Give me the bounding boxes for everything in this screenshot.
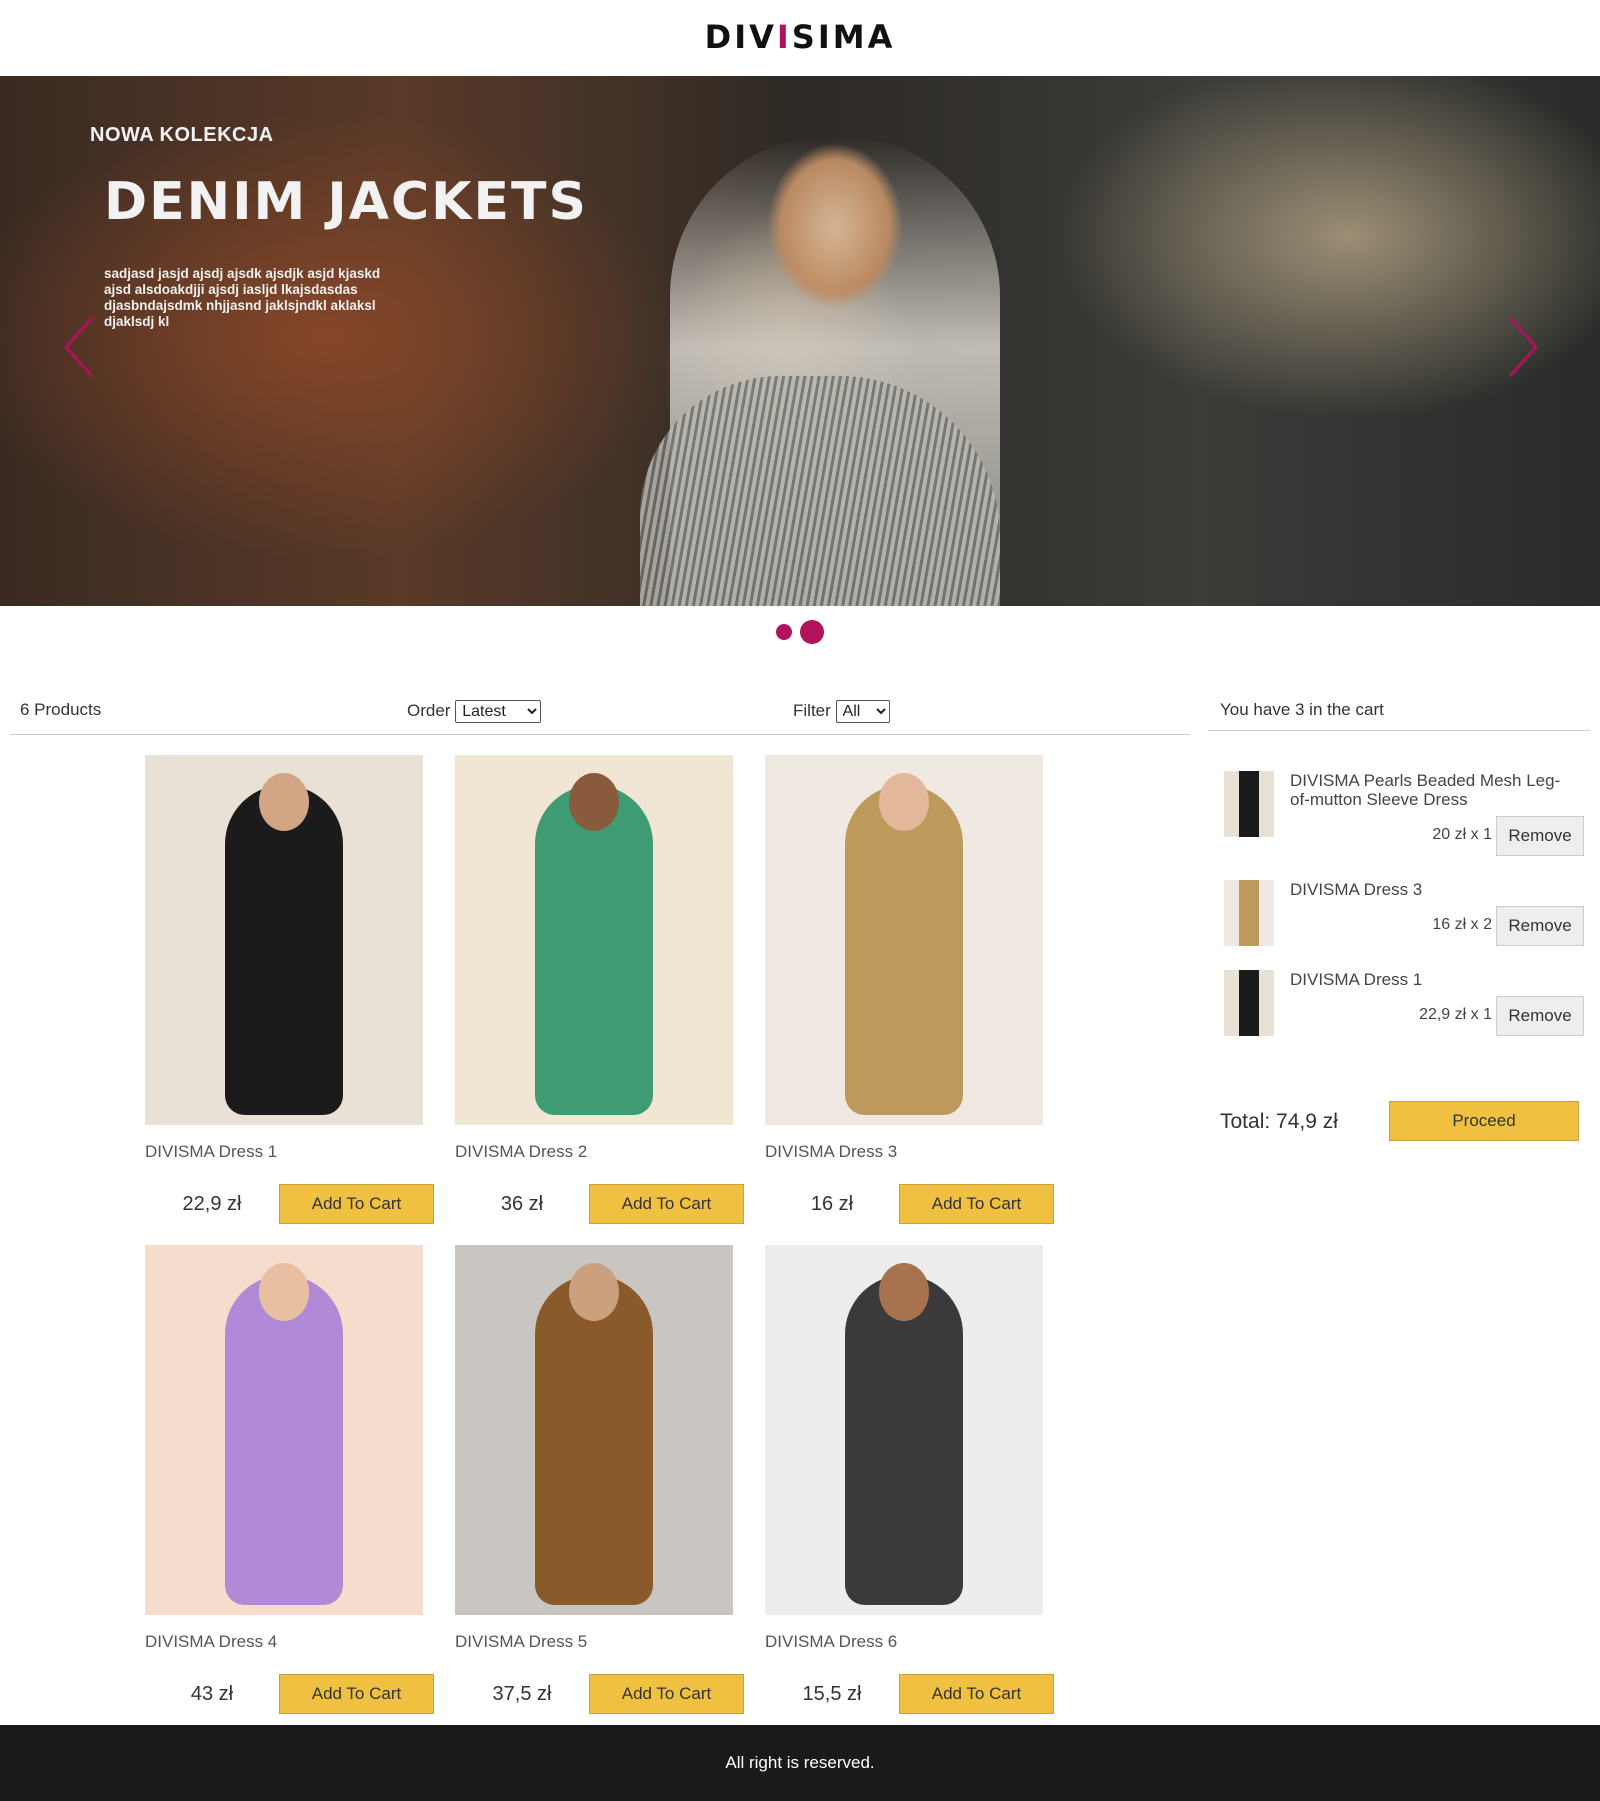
hero-banner: NOWA KOLEKCJA DENIM JACKETS sadjasd jasj… xyxy=(0,76,1600,606)
product-image[interactable] xyxy=(455,755,733,1125)
slider-dot-1[interactable] xyxy=(775,624,792,640)
product-name: DIVISMA Dress 5 xyxy=(455,1632,588,1651)
hero-prev-button[interactable] xyxy=(58,312,108,382)
hero-subtitle: NOWA KOLEKCJA xyxy=(90,124,274,146)
dress-shape xyxy=(535,1275,653,1605)
product-price: 43 zł xyxy=(190,1683,234,1705)
add-to-cart-button[interactable]: Add To Cart xyxy=(589,1674,744,1714)
logo-text-left: DIV xyxy=(704,18,777,56)
product-image[interactable] xyxy=(145,755,423,1125)
cart-item-qty: 20 zł x 1 xyxy=(1432,826,1492,843)
product-image[interactable] xyxy=(145,1245,423,1615)
add-to-cart-button[interactable]: Add To Cart xyxy=(589,1184,744,1224)
product-name: DIVISMA Dress 6 xyxy=(765,1632,898,1651)
model-head xyxy=(569,773,619,831)
products-count: 6 Products xyxy=(20,700,102,719)
cart-item-title: DIVISMA Dress 3 xyxy=(1290,880,1423,899)
remove-button[interactable]: Remove xyxy=(1496,816,1584,856)
order-select[interactable]: Latest xyxy=(455,700,542,723)
product-image[interactable] xyxy=(765,755,1043,1125)
order-control: Order Latest xyxy=(407,700,542,723)
dress-shape xyxy=(225,1275,343,1605)
site-footer: All right is reserved. xyxy=(0,1725,1600,1801)
product-name: DIVISMA Dress 2 xyxy=(455,1142,588,1161)
dress-shape xyxy=(225,785,343,1115)
logo-text-accent: I xyxy=(776,18,792,56)
add-to-cart-button[interactable]: Add To Cart xyxy=(279,1674,434,1714)
model-head xyxy=(259,773,309,831)
add-to-cart-button[interactable]: Add To Cart xyxy=(279,1184,434,1224)
dress-shape xyxy=(845,785,963,1115)
hero-title: DENIM JACKETS xyxy=(104,172,588,232)
cart-item: DIVISMA Dress 3 16 zł x 2 Remove xyxy=(1224,880,1584,970)
product-card: DIVISMA Dress 3 16 zł Add To Cart xyxy=(765,755,1054,1245)
proceed-button[interactable]: Proceed xyxy=(1389,1101,1579,1141)
product-price: 16 zł xyxy=(810,1193,854,1215)
product-card: DIVISMA Dress 5 37,5 zł Add To Cart xyxy=(455,1245,744,1735)
hero-description: sadjasd jasjd ajsdj ajsdk ajsdjk asjd kj… xyxy=(104,266,381,329)
add-to-cart-button[interactable]: Add To Cart xyxy=(899,1674,1054,1714)
product-image[interactable] xyxy=(765,1245,1043,1615)
model-head xyxy=(879,773,929,831)
product-name: DIVISMA Dress 4 xyxy=(145,1632,278,1651)
product-name: DIVISMA Dress 3 xyxy=(765,1142,898,1161)
cart-item: DIVISMA Pearls Beaded Mesh Leg-of-mutton… xyxy=(1224,771,1584,861)
product-name: DIVISMA Dress 1 xyxy=(145,1142,278,1161)
cart-item-thumbnail xyxy=(1224,880,1274,946)
product-card: DIVISMA Dress 6 15,5 zł Add To Cart xyxy=(765,1245,1054,1735)
product-price: 36 zł xyxy=(500,1193,544,1215)
slider-dots xyxy=(0,620,1600,646)
dress-shape xyxy=(535,785,653,1115)
model-head xyxy=(879,1263,929,1321)
cart-header: You have 3 in the cart xyxy=(1208,690,1590,731)
cart-item-qty: 16 zł x 2 xyxy=(1432,916,1492,933)
product-card: DIVISMA Dress 2 36 zł Add To Cart xyxy=(455,755,744,1245)
remove-button[interactable]: Remove xyxy=(1496,906,1584,946)
chevron-right-icon xyxy=(1508,316,1539,378)
model-head xyxy=(259,1263,309,1321)
product-card: DIVISMA Dress 4 43 zł Add To Cart xyxy=(145,1245,434,1735)
site-header: DIVISIMA xyxy=(0,0,1600,76)
cart-item-thumbnail xyxy=(1224,771,1274,837)
filter-label: Filter xyxy=(793,701,831,720)
cart-count-text: You have 3 in the cart xyxy=(1220,700,1384,719)
cart-item-title: DIVISMA Pearls Beaded Mesh Leg-of-mutton… xyxy=(1290,771,1561,809)
cart-item-title: DIVISMA Dress 1 xyxy=(1290,970,1423,989)
cart-item-thumbnail xyxy=(1224,970,1274,1036)
filter-control: Filter All xyxy=(793,700,890,723)
products-toolbar: 6 Products Order Latest Filter All xyxy=(10,690,1190,735)
chevron-left-icon xyxy=(63,316,94,378)
slider-dot-2-active[interactable] xyxy=(800,620,825,644)
dress-shape xyxy=(845,1275,963,1605)
footer-text: All right is reserved. xyxy=(725,1753,875,1772)
product-price: 37,5 zł xyxy=(492,1683,552,1705)
cart-total: Total: 74,9 zł xyxy=(1220,1110,1338,1133)
brand-logo[interactable]: DIVISIMA xyxy=(0,18,1600,56)
logo-text-right: SIMA xyxy=(791,18,896,56)
product-price: 15,5 zł xyxy=(802,1683,862,1705)
hero-next-button[interactable] xyxy=(1494,312,1544,382)
product-card: DIVISMA Dress 1 22,9 zł Add To Cart xyxy=(145,755,434,1245)
model-head xyxy=(569,1263,619,1321)
product-price: 22,9 zł xyxy=(182,1193,242,1215)
filter-select[interactable]: All xyxy=(835,700,890,723)
order-label: Order xyxy=(407,701,451,720)
remove-button[interactable]: Remove xyxy=(1496,996,1584,1036)
cart-item: DIVISMA Dress 1 22,9 zł x 1 Remove xyxy=(1224,970,1584,1060)
add-to-cart-button[interactable]: Add To Cart xyxy=(899,1184,1054,1224)
cart-item-qty: 22,9 zł x 1 xyxy=(1419,1006,1492,1023)
product-image[interactable] xyxy=(455,1245,733,1615)
